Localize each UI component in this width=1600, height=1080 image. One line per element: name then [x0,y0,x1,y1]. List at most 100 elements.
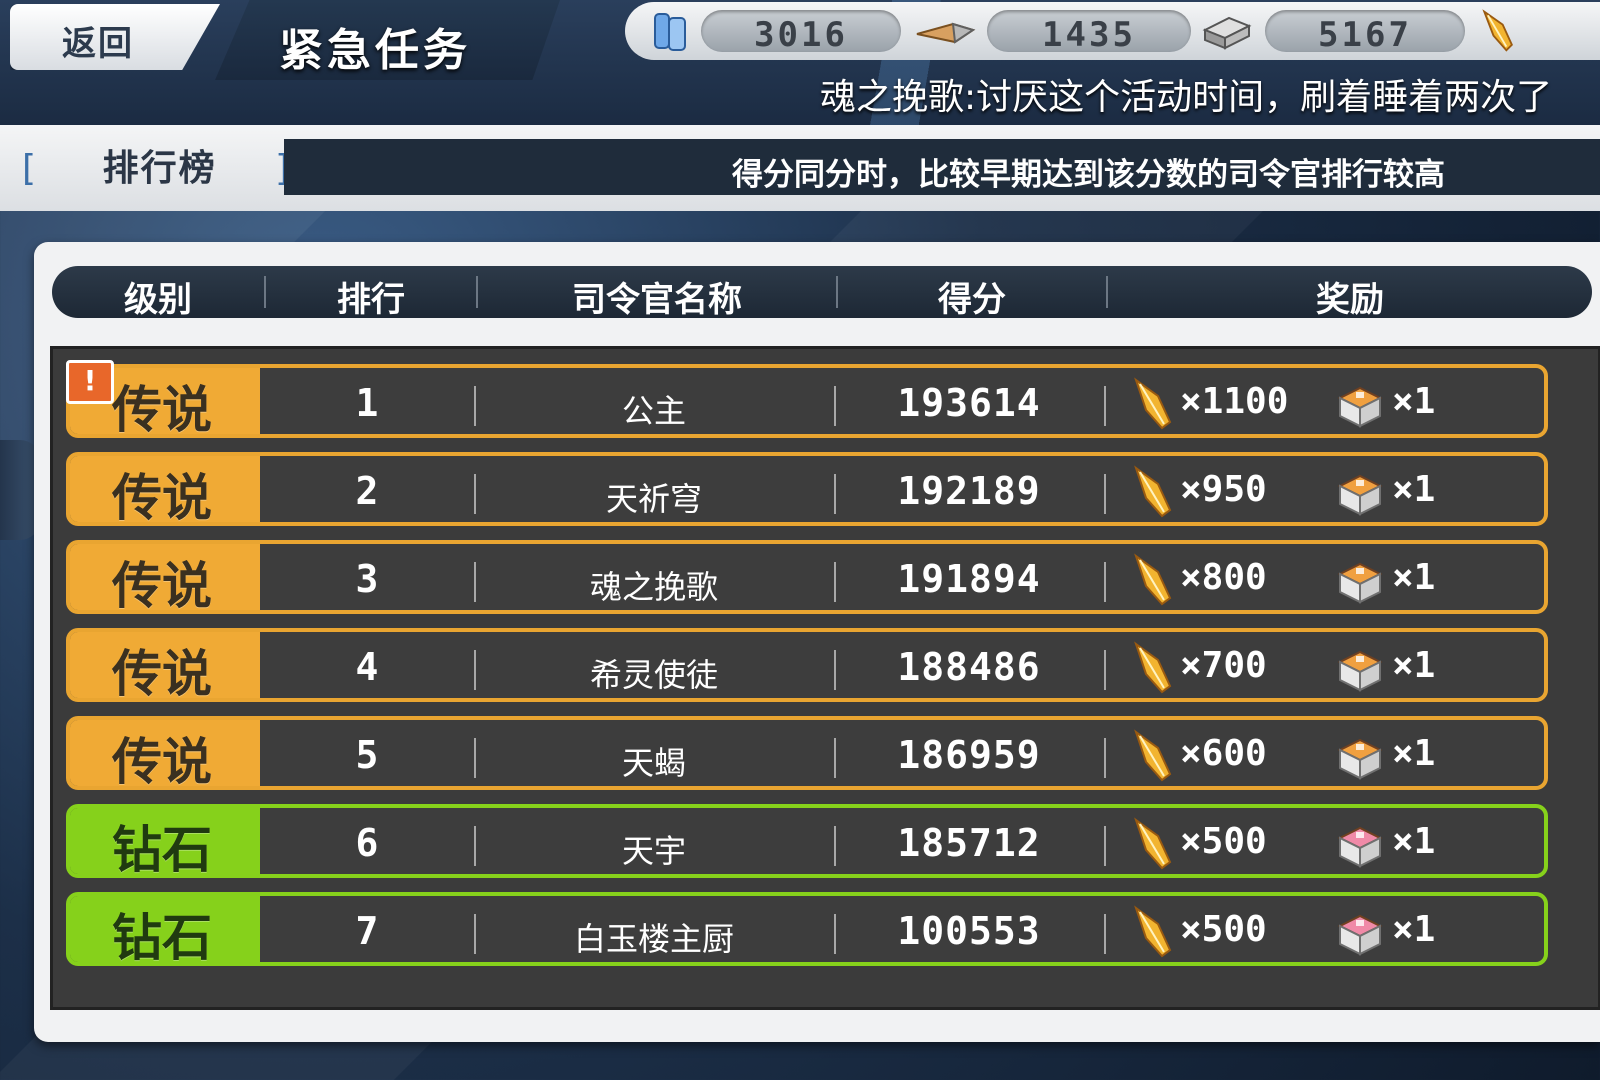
fuel-counter: 3016 [701,10,901,55]
notice-bar: 得分同分时，比较早期达到该分数的司令官排行较高 [284,139,1600,195]
column-header-rank: 排行 [337,280,405,320]
cell-separator [1104,650,1106,690]
box-reward-count: ×1 [1392,733,1436,774]
score-value: 100553 [897,909,1041,953]
feather-reward-count: ×800 [1180,557,1267,598]
tier-label: 传说 [112,469,212,527]
column-header-reward: 奖励 [1316,280,1384,320]
rank-value: 1 [355,381,379,425]
tab-leaderboard[interactable]: [ 排行榜 ] [22,139,291,191]
ammo-icon [916,22,976,44]
column-header-score: 得分 [938,280,1006,320]
commander-name: 天宇 [621,832,686,870]
rank-value: 6 [355,821,379,865]
marquee-chat-message: 魂之挽歌:讨厌这个活动时间，刷着睡着两次了 [820,77,1553,118]
rank-value: 3 [355,557,379,601]
tier-label: 钻石 [112,821,212,879]
cell-separator [1104,474,1106,514]
table-row[interactable]: 传说 3 魂之挽歌 191894 ×800 ×1 [66,540,1548,615]
box-reward-count: ×1 [1392,645,1436,686]
feather-reward-icon [1134,905,1172,958]
supply-box-icon [1337,650,1383,692]
rank-value: 4 [355,645,379,689]
tier-cell: 传说 [70,720,260,791]
score-value: 188486 [897,645,1041,689]
table-row[interactable]: 钻石 7 白玉楼主厨 100553 ×500 ×1 [66,892,1548,967]
commander-name: 希灵使徒 [589,656,718,694]
table-header: 级别 排行 司令官名称 得分 奖励 [52,266,1592,320]
cell-separator [1104,386,1106,426]
tier-label: 传说 [112,645,212,703]
supply-box-icon [1337,386,1383,428]
feather-reward-icon [1134,553,1172,606]
cell-separator [1104,738,1106,778]
steel-counter: 5167 [1265,10,1465,55]
rank-value: 2 [355,469,379,513]
notice-text: 得分同分时，比较早期达到该分数的司令官排行较高 [732,157,1445,193]
back-button-label: 返回 [62,24,134,64]
tier-label: 钻石 [112,909,212,967]
column-header-tier: 级别 [124,280,192,320]
commander-name: 白玉楼主厨 [573,920,734,958]
tier-label: 传说 [112,557,212,615]
feather-reward-icon [1134,817,1172,870]
feather-reward-count: ×1100 [1180,381,1289,422]
table-row[interactable]: 传说 2 天祈穹 192189 ×950 ×1 [66,452,1548,527]
ammo-counter: 1435 [987,10,1191,55]
sub-header: [ 排行榜 ] 得分同分时，比较早期达到该分数的司令官排行较高 [0,125,1600,211]
cell-separator [1104,562,1106,602]
cell-separator [1104,914,1106,954]
tab-leaderboard-label: 排行榜 [102,148,217,189]
tier-cell: 传说 [70,544,260,615]
tier-cell: 钻石 [70,896,260,967]
feather-reward-count: ×700 [1180,645,1267,686]
steel-icon [1202,16,1252,50]
box-reward-count: ×1 [1392,821,1436,862]
commander-name: 公主 [621,392,686,430]
resource-bar: 3016 1435 5167 [625,2,1600,60]
score-value: 192189 [897,469,1041,513]
tier-cell: 钻石 [70,808,260,879]
score-value: 193614 [897,381,1041,425]
top-bar: 返回 紧急任务 3016 1435 5167 魂之挽歌:讨厌这个活动时间，刷着睡… [0,0,1600,125]
feather-reward-count: ×500 [1180,821,1267,862]
supply-box-icon [1337,914,1383,956]
table-row[interactable]: 传说 5 天蝎 186959 ×600 ×1 [66,716,1548,791]
feather-reward-icon [1134,641,1172,694]
rank-value: 7 [355,909,379,953]
page-title-plate: 紧急任务 [215,0,560,80]
supply-box-icon [1337,562,1383,604]
feather-reward-count: ×600 [1180,733,1267,774]
commander-name: 天蝎 [621,744,686,782]
tier-cell: 传说 [70,456,260,527]
feather-icon [1482,9,1513,52]
supply-box-icon [1337,474,1383,516]
score-value: 186959 [897,733,1041,777]
feather-reward-icon [1134,377,1172,430]
box-reward-count: ×1 [1392,557,1436,598]
commander-name: 天祈穹 [605,480,702,518]
alert-badge-icon: ! [66,360,114,404]
cell-separator [1104,826,1106,866]
feather-reward-count: ×500 [1180,909,1267,950]
feather-reward-icon [1134,729,1172,782]
supply-box-icon [1337,826,1383,868]
table-row[interactable]: 传说 4 希灵使徒 188486 ×700 ×1 [66,628,1548,703]
supply-box-icon [1337,738,1383,780]
page-title: 紧急任务 [279,25,471,76]
feather-reward-count: ×950 [1180,469,1267,510]
commander-name: 魂之挽歌 [589,568,718,606]
column-header-commander-name: 司令官名称 [572,280,742,320]
box-reward-count: ×1 [1392,909,1436,950]
feather-reward-icon [1134,465,1172,518]
table-row[interactable]: 钻石 6 天宇 185712 ×500 ×1 [66,804,1548,879]
box-reward-count: ×1 [1392,381,1436,422]
box-reward-count: ×1 [1392,469,1436,510]
bracket-left: [ [22,148,39,189]
score-value: 185712 [897,821,1041,865]
score-value: 191894 [897,557,1041,601]
tier-cell: 传说 [70,632,260,703]
tier-label: 传说 [112,733,212,791]
table-row[interactable]: 传说 ! 1 公主 193614 ×1100 ×1 [66,360,1548,439]
fuel-barrel-icon [654,13,686,51]
